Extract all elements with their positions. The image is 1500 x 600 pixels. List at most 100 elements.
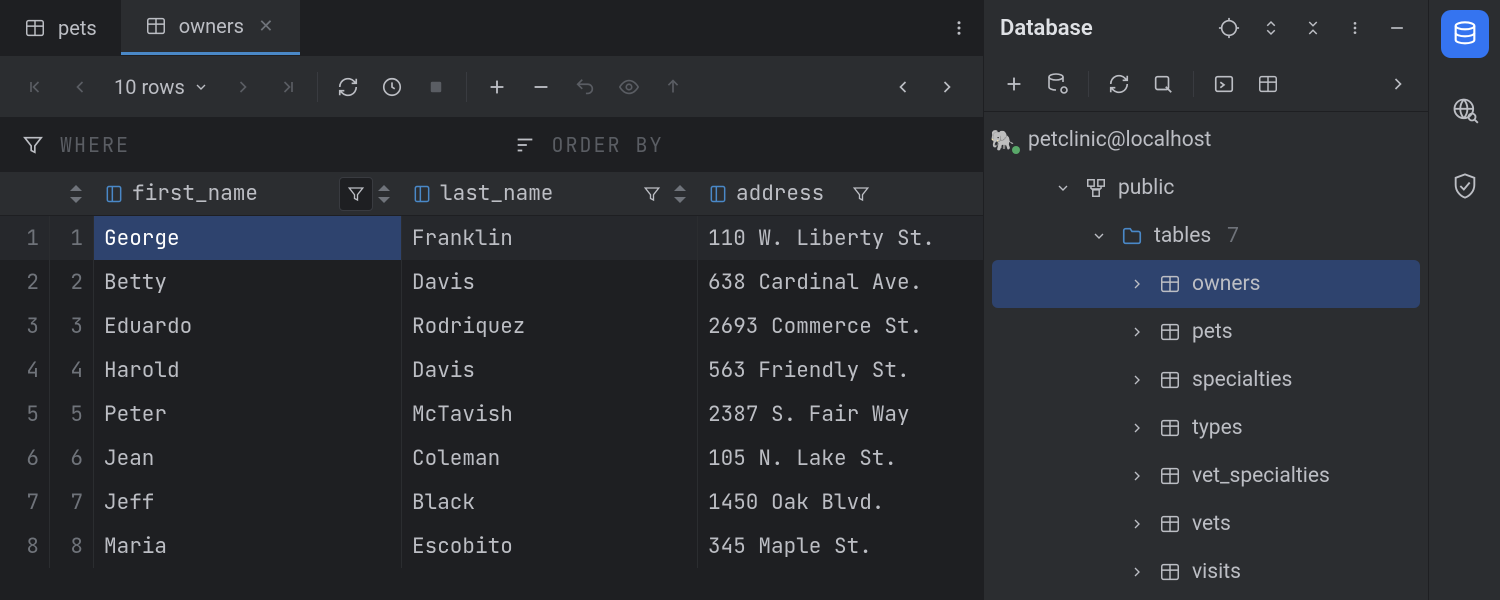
row-number-header[interactable] <box>0 172 50 215</box>
first-page-button[interactable] <box>18 69 54 105</box>
submit-button[interactable] <box>655 69 691 105</box>
expand-button[interactable] <box>1256 13 1286 43</box>
cell-address[interactable]: 2693 Commerce St. <box>698 304 983 348</box>
column-filter-button[interactable] <box>339 177 373 211</box>
tree-table-vets[interactable]: vets <box>984 500 1428 548</box>
tree-table-visits[interactable]: visits <box>984 548 1428 596</box>
cell-last-name[interactable]: Coleman <box>402 436 698 480</box>
tree-table-specialties[interactable]: specialties <box>984 356 1428 404</box>
table-row[interactable]: 2 2 Betty Davis 638 Cardinal Ave. <box>0 260 983 304</box>
hide-button[interactable] <box>1382 13 1412 43</box>
query-console-button[interactable] <box>1206 66 1242 102</box>
last-page-button[interactable] <box>269 69 305 105</box>
table-row[interactable]: 3 3 Eduardo Rodriquez 2693 Commerce St. <box>0 304 983 348</box>
reload-button[interactable] <box>330 69 366 105</box>
cell-address[interactable]: 563 Friendly St. <box>698 348 983 392</box>
chevron-right-icon[interactable] <box>1126 372 1148 388</box>
cell-first-name[interactable]: Peter <box>94 392 402 436</box>
expand-right-button[interactable] <box>1380 66 1416 102</box>
collapse-button[interactable] <box>1298 13 1328 43</box>
sort-arrows-icon[interactable] <box>377 185 391 203</box>
table-view-button[interactable] <box>1250 66 1286 102</box>
tree-table-pets[interactable]: pets <box>984 308 1428 356</box>
cell-first-name[interactable]: Eduardo <box>94 304 402 348</box>
rail-database-button[interactable] <box>1441 10 1489 58</box>
chevron-down-icon[interactable] <box>1088 228 1110 244</box>
column-header-first-name[interactable]: first_name <box>94 172 402 215</box>
cell-last-name[interactable]: Escobito <box>402 524 698 568</box>
new-button[interactable] <box>996 66 1032 102</box>
chevron-right-icon[interactable] <box>1126 324 1148 340</box>
tab-pets[interactable]: pets <box>0 0 121 55</box>
stop-button[interactable] <box>418 69 454 105</box>
target-button[interactable] <box>1214 13 1244 43</box>
table-row[interactable]: 1 1 George Franklin 110 W. Liberty St. <box>0 216 983 260</box>
close-icon[interactable]: ✕ <box>256 16 276 37</box>
table-row[interactable]: 7 7 Jeff Black 1450 Oak Blvd. <box>0 480 983 524</box>
cell-last-name[interactable]: Rodriquez <box>402 304 698 348</box>
order-label: ORDER BY <box>552 132 664 158</box>
more-button[interactable] <box>1340 13 1370 43</box>
add-row-button[interactable] <box>479 69 515 105</box>
revert-button[interactable] <box>567 69 603 105</box>
chevron-down-icon[interactable] <box>1052 180 1074 196</box>
stop-button[interactable] <box>1145 66 1181 102</box>
cell-address[interactable]: 638 Cardinal Ave. <box>698 260 983 304</box>
database-icon <box>1451 20 1479 48</box>
chevron-right-icon[interactable] <box>1126 420 1148 436</box>
cell-last-name[interactable]: Black <box>402 480 698 524</box>
cell-first-name[interactable]: Betty <box>94 260 402 304</box>
tree-datasource[interactable]: 🐘 petclinic@localhost <box>984 116 1428 164</box>
cell-address[interactable]: 345 Maple St. <box>698 524 983 568</box>
table-row[interactable]: 8 8 Maria Escobito 345 Maple St. <box>0 524 983 568</box>
table-row[interactable]: 4 4 Harold Davis 563 Friendly St. <box>0 348 983 392</box>
refresh-button[interactable] <box>1101 66 1137 102</box>
column-filter-button[interactable] <box>635 177 669 211</box>
chevron-right-icon[interactable] <box>1126 516 1148 532</box>
row-id-header[interactable] <box>50 172 94 215</box>
tree-table-vet_specialties[interactable]: vet_specialties <box>984 452 1428 500</box>
cell-first-name[interactable]: Maria <box>94 524 402 568</box>
tree-tables-group[interactable]: tables 7 <box>984 212 1428 260</box>
column-filter-button[interactable] <box>844 177 878 211</box>
column-header-last-name[interactable]: last_name <box>402 172 698 215</box>
sort-arrows-icon[interactable] <box>673 185 687 203</box>
chevron-right-icon[interactable] <box>1126 564 1148 580</box>
cell-last-name[interactable]: Davis <box>402 260 698 304</box>
cell-first-name[interactable]: George <box>94 216 402 260</box>
table-row[interactable]: 5 5 Peter McTavish 2387 S. Fair Way <box>0 392 983 436</box>
cell-last-name[interactable]: Davis <box>402 348 698 392</box>
rail-security-button[interactable] <box>1441 162 1489 210</box>
preview-changes-button[interactable] <box>611 69 647 105</box>
next-page-button[interactable] <box>225 69 261 105</box>
cell-first-name[interactable]: Jean <box>94 436 402 480</box>
tabs-more-button[interactable] <box>935 19 983 37</box>
cell-last-name[interactable]: McTavish <box>402 392 698 436</box>
cell-first-name[interactable]: Harold <box>94 348 402 392</box>
tree-schema[interactable]: public <box>984 164 1428 212</box>
column-header-address[interactable]: address <box>698 172 983 215</box>
cell-first-name[interactable]: Jeff <box>94 480 402 524</box>
chevron-right-icon[interactable] <box>1126 468 1148 484</box>
cell-address[interactable]: 1450 Oak Blvd. <box>698 480 983 524</box>
datasource-properties-button[interactable] <box>1040 66 1076 102</box>
table-row[interactable]: 6 6 Jean Coleman 105 N. Lake St. <box>0 436 983 480</box>
tree-table-owners[interactable]: owners <box>992 260 1420 308</box>
expand-left-button[interactable] <box>885 69 921 105</box>
cell-address[interactable]: 2387 S. Fair Way <box>698 392 983 436</box>
prev-page-button[interactable] <box>62 69 98 105</box>
tab-owners[interactable]: owners ✕ <box>121 0 300 55</box>
cell-last-name[interactable]: Franklin <box>402 216 698 260</box>
order-filter[interactable]: ORDER BY <box>492 132 984 158</box>
chevron-right-icon[interactable] <box>1126 276 1148 292</box>
cell-address[interactable]: 105 N. Lake St. <box>698 436 983 480</box>
where-filter[interactable]: WHERE <box>0 132 492 158</box>
cell-address[interactable]: 110 W. Liberty St. <box>698 216 983 260</box>
expand-right-button[interactable] <box>929 69 965 105</box>
delete-row-button[interactable] <box>523 69 559 105</box>
auto-refresh-button[interactable] <box>374 69 410 105</box>
rows-selector[interactable]: 10 rows <box>106 75 217 99</box>
rail-web-button[interactable] <box>1441 86 1489 134</box>
tree-table-types[interactable]: types <box>984 404 1428 452</box>
minus-icon <box>530 76 552 98</box>
